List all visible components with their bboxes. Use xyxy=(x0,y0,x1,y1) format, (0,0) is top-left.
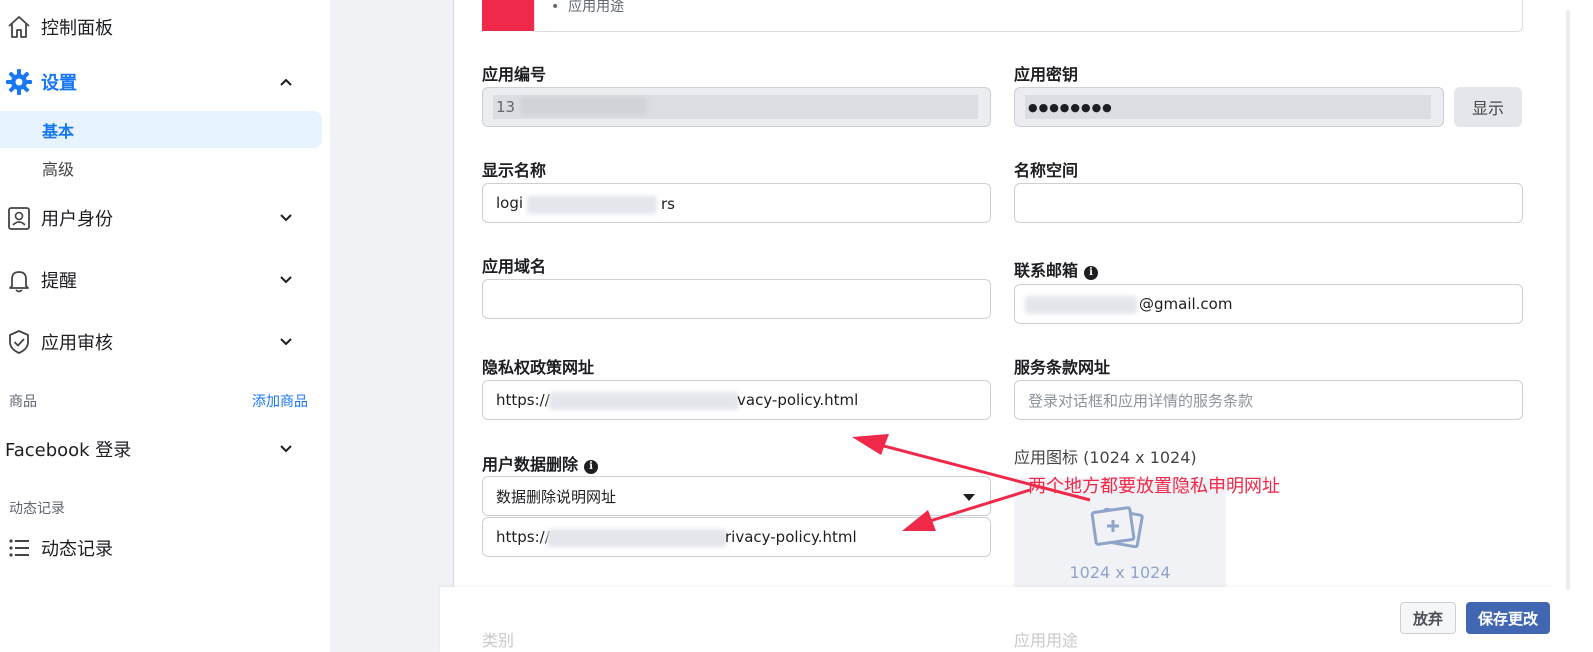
list-icon xyxy=(5,534,33,562)
discard-button[interactable]: 放弃 xyxy=(1400,602,1456,634)
sidebar-item-label: 应用审核 xyxy=(41,333,113,354)
namespace-field[interactable] xyxy=(1014,183,1523,223)
sidebar-subitem-basic[interactable]: 基本 xyxy=(0,111,322,148)
display-name-value: logi xyxy=(496,194,524,212)
contact-email-field[interactable]: @gmail.com xyxy=(1014,284,1523,324)
sidebar-item-label: 动态记录 xyxy=(41,539,113,560)
data-deletion-select[interactable]: 数据删除说明网址 xyxy=(482,476,991,516)
show-secret-button[interactable]: 显示 xyxy=(1454,87,1522,127)
display-name-field[interactable]: logi rs xyxy=(482,183,991,223)
sidebar-item-settings[interactable]: 设置 xyxy=(0,64,322,100)
app-domain-label: 应用域名 xyxy=(482,257,547,276)
privacy-url-field[interactable]: https:// vacy-policy.html xyxy=(482,380,991,420)
category-label: 类别 xyxy=(482,631,515,650)
sidebar-item-activity-log[interactable]: 动态记录 xyxy=(0,530,322,566)
activity-section-label: 动态记录 xyxy=(9,501,65,517)
bell-icon xyxy=(5,266,33,294)
sidebar-subitem-advanced[interactable]: 高级 xyxy=(0,149,322,186)
namespace-label: 名称空间 xyxy=(1014,161,1079,180)
info-icon[interactable]: i xyxy=(584,460,599,474)
chevron-down-icon xyxy=(276,208,296,228)
redaction-blur xyxy=(549,392,739,410)
add-product-link[interactable]: 添加商品 xyxy=(252,391,308,411)
app-id-value: 13 xyxy=(496,98,516,116)
app-id-label: 应用编号 xyxy=(482,65,547,84)
redaction-blur xyxy=(1025,296,1137,314)
privacy-url-label: 隐私权政策网址 xyxy=(482,358,595,377)
top-card xyxy=(534,0,1523,32)
app-icon-size: 1024 x 1024 xyxy=(1069,563,1171,582)
redaction-blur xyxy=(527,196,657,214)
app-use-color-swatch xyxy=(482,0,534,31)
app-secret-label: 应用密钥 xyxy=(1014,65,1079,84)
sidebar-item-label: Facebook 登录 xyxy=(5,440,132,461)
data-deletion-url-prefix: https:// xyxy=(496,528,550,546)
info-icon[interactable]: i xyxy=(1084,266,1099,280)
sidebar: 控制面板 设置 基本 高级 用户身份 提醒 应用审核 商品 添加商品 Faceb… xyxy=(0,0,330,652)
sidebar-item-label: 设置 xyxy=(41,73,77,94)
sidebar-item-label: 提醒 xyxy=(41,271,77,292)
app-icon-label: 应用图标 (1024 x 1024) xyxy=(1014,448,1197,467)
shield-check-icon xyxy=(5,328,33,356)
annotation-text: 两个地方都要放置隐私申明网址 xyxy=(1028,476,1280,497)
data-deletion-label: 用户数据删除 i xyxy=(482,451,599,475)
products-section-label: 商品 xyxy=(9,394,37,410)
redaction-blur xyxy=(547,529,727,547)
scrollbar-thumb[interactable] xyxy=(1566,10,1570,590)
sidebar-item-facebook-login[interactable]: Facebook 登录 xyxy=(0,431,322,467)
privacy-url-prefix: https:// xyxy=(496,391,550,409)
chevron-down-icon xyxy=(276,270,296,290)
app-use-bullet: • 应用用途 xyxy=(551,0,625,15)
sidebar-item-user-identity[interactable]: 用户身份 xyxy=(0,200,322,236)
contact-email-label-text: 联系邮箱 xyxy=(1014,261,1079,280)
contact-email-label: 联系邮箱 i xyxy=(1014,257,1099,281)
app-secret-field[interactable]: ●●●●●●●● xyxy=(1014,87,1444,127)
app-use-label: 应用用途 xyxy=(1014,631,1079,650)
sidebar-item-alerts[interactable]: 提醒 xyxy=(0,262,322,298)
image-upload-icon xyxy=(1088,504,1152,558)
app-use-bullet-text: 应用用途 xyxy=(568,0,625,15)
app-secret-value: ●●●●●●●● xyxy=(1028,100,1113,114)
tos-url-label: 服务条款网址 xyxy=(1014,358,1111,377)
app-domain-field[interactable] xyxy=(482,279,991,319)
contact-email-value: @gmail.com xyxy=(1139,295,1233,313)
data-deletion-select-value: 数据删除说明网址 xyxy=(496,487,617,506)
redaction-blur xyxy=(521,97,646,115)
sidebar-item-label: 控制面板 xyxy=(41,18,113,39)
data-deletion-url-field[interactable]: https:// rivacy-policy.html xyxy=(482,517,991,557)
app-id-field[interactable]: 13 xyxy=(482,87,991,127)
sidebar-item-app-review[interactable]: 应用审核 xyxy=(0,324,322,360)
display-name-value-tail: rs xyxy=(661,195,675,213)
chevron-up-icon xyxy=(276,72,296,92)
sidebar-item-label: 用户身份 xyxy=(41,209,113,230)
chevron-down-icon xyxy=(276,332,296,352)
gear-icon xyxy=(5,68,33,96)
id-card-icon xyxy=(5,204,33,232)
sidebar-subitem-label: 基本 xyxy=(42,121,75,141)
dropdown-arrow-icon xyxy=(963,494,975,501)
display-name-label: 显示名称 xyxy=(482,161,547,180)
data-deletion-label-text: 用户数据删除 xyxy=(482,455,579,474)
sidebar-item-dashboard[interactable]: 控制面板 xyxy=(0,10,322,44)
home-icon xyxy=(5,13,33,41)
scrollbar-track xyxy=(1553,0,1593,652)
chevron-down-icon xyxy=(276,439,296,459)
tos-url-placeholder: 登录对话框和应用详情的服务条款 xyxy=(1028,391,1254,410)
save-changes-button[interactable]: 保存更改 xyxy=(1466,602,1550,634)
tos-url-field[interactable]: 登录对话框和应用详情的服务条款 xyxy=(1014,380,1523,420)
sidebar-subitem-label: 高级 xyxy=(42,159,75,179)
privacy-url-suffix: vacy-policy.html xyxy=(737,391,859,409)
data-deletion-url-suffix: rivacy-policy.html xyxy=(725,528,857,546)
